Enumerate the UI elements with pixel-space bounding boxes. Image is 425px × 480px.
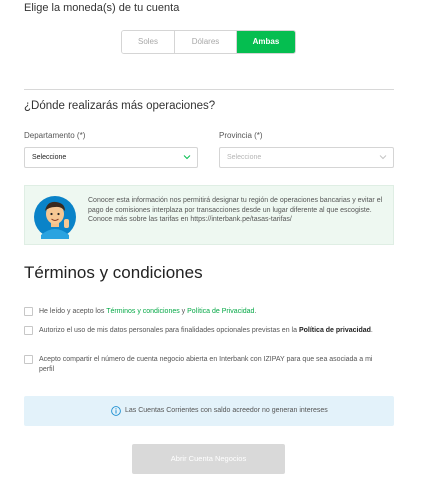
chevron-down-icon [183, 155, 191, 160]
data-consent-checkbox[interactable] [24, 326, 33, 335]
interest-notice: Las Cuentas Corrientes con saldo acreedo… [24, 396, 394, 426]
privacy-policy-link-bold[interactable]: Política de privacidad [299, 327, 371, 334]
terms-checkbox[interactable] [24, 307, 33, 316]
open-account-button[interactable]: Abrir Cuenta Negocios [132, 444, 285, 474]
data-consent-text-end: . [370, 327, 373, 334]
currency-option-ambas[interactable]: Ambas [237, 31, 295, 53]
province-label: Provincia (*) [219, 131, 263, 140]
izipay-label: Acepto compartir el número de cuenta neg… [39, 356, 373, 373]
province-select[interactable]: Seleccione [219, 147, 394, 168]
terms-link[interactable]: Términos y condiciones [106, 308, 180, 315]
operations-heading: ¿Dónde realizarás más operaciones? [24, 100, 216, 112]
terms-text-end: . [254, 308, 257, 315]
info-icon [111, 406, 121, 416]
data-consent-text: Autorizo el uso de mis datos personales … [39, 327, 299, 334]
privacy-policy-link[interactable]: Política de Privacidad [187, 308, 254, 315]
terms-checkbox-label: He leído y acepto los Términos y condici… [39, 307, 384, 317]
currency-heading: Elige la moneda(s) de tu cuenta [24, 2, 180, 14]
department-select[interactable]: Seleccione [24, 147, 198, 168]
currency-selector: Soles Dólares Ambas [121, 30, 296, 54]
info-card: Conocer esta información nos permitirá d… [24, 185, 394, 245]
assistant-avatar-icon [34, 196, 76, 239]
izipay-checkbox[interactable] [24, 355, 33, 364]
currency-option-dolares[interactable]: Dólares [175, 31, 237, 53]
terms-title: Términos y condiciones [24, 263, 203, 282]
department-select-value: Seleccione [32, 154, 67, 161]
province-select-value: Seleccione [227, 154, 262, 161]
department-label: Departamento (*) [24, 131, 86, 140]
interest-notice-text: Las Cuentas Corrientes con saldo acreedo… [125, 407, 328, 414]
chevron-down-icon [379, 155, 387, 160]
section-divider [24, 89, 394, 90]
terms-text: He leído y acepto los [39, 308, 107, 315]
currency-option-soles[interactable]: Soles [122, 31, 175, 53]
info-text: Conocer esta información nos permitirá d… [88, 197, 383, 223]
data-consent-label: Autorizo el uso de mis datos personales … [39, 326, 384, 336]
